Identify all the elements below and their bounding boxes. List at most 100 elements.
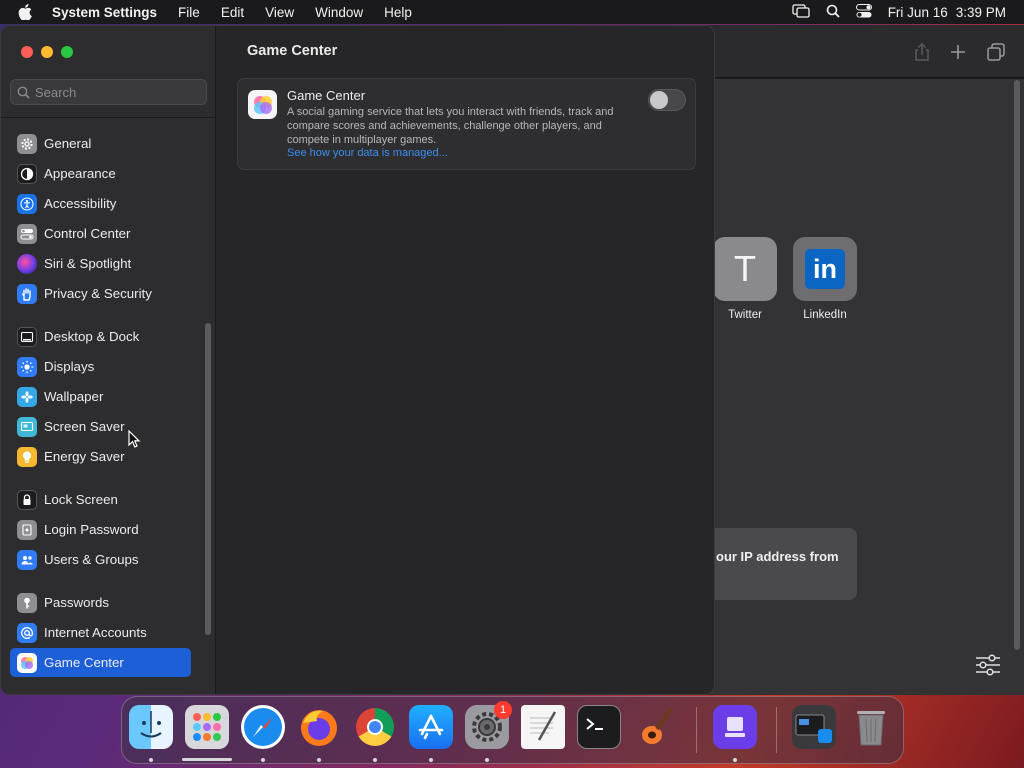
- chrome-icon[interactable]: [353, 705, 397, 749]
- notification-badge: 1: [494, 701, 512, 719]
- spotlight-search-icon[interactable]: [826, 4, 840, 21]
- browser-scrollbar[interactable]: [1014, 80, 1020, 650]
- sidebar-item-label: Passwords: [44, 595, 110, 610]
- minimize-button[interactable]: [41, 46, 53, 58]
- sidebar-item-passwords[interactable]: Passwords: [10, 588, 191, 617]
- game-center-card: Game Center A social gaming service that…: [237, 78, 696, 170]
- sidebar-item-label: Appearance: [44, 166, 116, 181]
- dock-divider: [696, 707, 697, 753]
- system-settings-icon[interactable]: 1: [465, 701, 512, 749]
- sidebar-item-label: Game Center: [44, 655, 124, 670]
- sidebar-item-label: Displays: [44, 359, 95, 374]
- menu-app-name[interactable]: System Settings: [52, 5, 157, 20]
- finder-icon[interactable]: [129, 705, 173, 749]
- sidebar-item-desktop-dock[interactable]: Desktop & Dock: [10, 322, 191, 351]
- privacy-notice-text: our IP address from: [716, 549, 839, 564]
- menu-view[interactable]: View: [265, 5, 294, 20]
- sidebar-item-control-center[interactable]: Control Center: [10, 219, 191, 248]
- sidebar-item-login-password[interactable]: Login Password: [10, 515, 191, 544]
- search-field[interactable]: Search: [10, 79, 207, 105]
- gear-icon: [17, 133, 37, 154]
- control-center-icon: [17, 223, 37, 244]
- close-button[interactable]: [21, 46, 33, 58]
- sidebar-item-label: Control Center: [44, 226, 131, 241]
- running-indicator: [261, 758, 265, 762]
- menu-help[interactable]: Help: [384, 5, 412, 20]
- sidebar-item-general[interactable]: General: [10, 129, 191, 158]
- running-indicator: [149, 758, 153, 762]
- app-store-icon[interactable]: [409, 705, 453, 749]
- browser-content: T Twitter in LinkedIn our IP address fro…: [700, 79, 1024, 695]
- running-indicator: [429, 758, 433, 762]
- accessibility-icon: [17, 193, 37, 214]
- sidebar-item-accessibility[interactable]: Accessibility: [10, 189, 191, 218]
- customize-icon[interactable]: [975, 653, 1001, 682]
- sidebar-item-users-groups[interactable]: Users & Groups: [10, 545, 191, 574]
- sidebar-item-appearance[interactable]: Appearance: [10, 159, 191, 188]
- password-icon: [17, 519, 37, 540]
- sidebar-item-label: Users & Groups: [44, 552, 139, 567]
- sidebar-item-label: Siri & Spotlight: [44, 256, 132, 271]
- sidebar-item-displays[interactable]: Displays: [10, 352, 191, 381]
- users-icon: [17, 549, 37, 570]
- sidebar-item-energy-saver[interactable]: Energy Saver: [10, 442, 191, 471]
- toggle-knob: [650, 91, 668, 109]
- textedit-icon[interactable]: [521, 705, 565, 749]
- sidebar-item-label: Energy Saver: [44, 449, 125, 464]
- search-placeholder: Search: [35, 84, 77, 100]
- twitter-tile[interactable]: T: [713, 237, 777, 301]
- sidebar-item-label: Login Password: [44, 522, 139, 537]
- launchpad-icon[interactable]: [185, 705, 229, 749]
- garageband-icon[interactable]: [633, 705, 677, 749]
- zoom-button[interactable]: [61, 46, 73, 58]
- sidebar-scrollbar[interactable]: [205, 323, 211, 635]
- new-tab-icon[interactable]: [948, 42, 968, 62]
- linkedin-tile[interactable]: in: [793, 237, 857, 301]
- apple-menu-icon[interactable]: [18, 4, 38, 20]
- sidebar-divider: [1, 117, 216, 118]
- siri-icon: [17, 253, 37, 274]
- background-browser-window[interactable]: T Twitter in LinkedIn our IP address fro…: [700, 25, 1024, 695]
- browser-toolbar: [700, 25, 1024, 78]
- safari-icon[interactable]: [241, 705, 285, 749]
- wallpaper-icon: [17, 386, 37, 407]
- sidebar-item-lock-screen[interactable]: Lock Screen: [10, 485, 191, 514]
- running-indicator: [485, 758, 489, 762]
- terminal-icon[interactable]: [577, 705, 621, 749]
- data-management-link[interactable]: See how your data is managed...: [287, 147, 448, 159]
- apple-configurator-icon[interactable]: [713, 705, 757, 749]
- sidebar-item-game-center[interactable]: Game Center: [10, 648, 191, 677]
- share-icon[interactable]: [912, 42, 932, 62]
- sidebar-item-privacy-security[interactable]: Privacy & Security: [10, 279, 191, 308]
- sidebar-item-internet-accounts[interactable]: Internet Accounts: [10, 618, 191, 647]
- tab-overview-icon[interactable]: [986, 42, 1006, 62]
- trash-icon[interactable]: [849, 705, 893, 749]
- sidebar-item-label: Lock Screen: [44, 492, 118, 507]
- dock-divider: [776, 707, 777, 753]
- downloads-stack-icon[interactable]: [792, 705, 836, 749]
- menu-window[interactable]: Window: [315, 5, 363, 20]
- appearance-icon: [17, 163, 37, 184]
- menu-edit[interactable]: Edit: [221, 5, 244, 20]
- sidebar-item-label: Internet Accounts: [44, 625, 147, 640]
- sidebar-item-siri-spotlight[interactable]: Siri & Spotlight: [10, 249, 191, 278]
- running-indicator: [733, 758, 737, 762]
- menu-file[interactable]: File: [178, 5, 200, 20]
- screen-mirroring-icon[interactable]: [792, 3, 810, 21]
- hand-icon: [17, 283, 37, 304]
- menu-time[interactable]: 3:39 PM: [956, 5, 1006, 20]
- sidebar-item-label: Screen Saver: [44, 419, 125, 434]
- linkedin-label: LinkedIn: [803, 309, 847, 321]
- game-center-toggle[interactable]: [648, 89, 686, 111]
- control-center-icon[interactable]: [855, 3, 872, 21]
- lock-icon: [17, 489, 37, 510]
- sidebar-item-label: Accessibility: [44, 196, 117, 211]
- sidebar-item-wallpaper[interactable]: Wallpaper: [10, 382, 191, 411]
- firefox-icon[interactable]: [297, 705, 341, 749]
- menu-date[interactable]: Fri Jun 16: [888, 5, 948, 20]
- sidebar-item-screen-saver[interactable]: Screen Saver: [10, 412, 191, 441]
- running-indicator: [373, 758, 377, 762]
- twitter-glyph: T: [734, 248, 756, 289]
- system-settings-window: Search General Appearance Accessibility: [0, 25, 715, 695]
- screen-saver-icon: [17, 416, 37, 437]
